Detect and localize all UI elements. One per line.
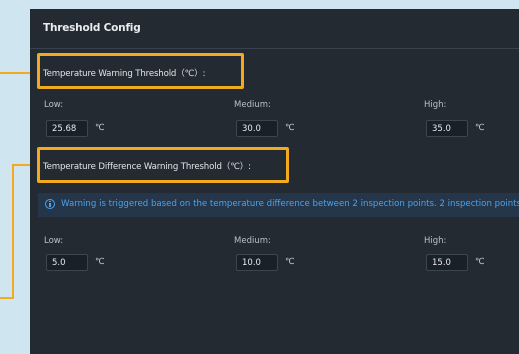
temperature-difference-medium-label: Medium: — [234, 236, 271, 246]
panel-title: Threshold Config — [43, 22, 141, 34]
temperature-difference-low-label: Low: — [44, 236, 64, 246]
temperature-warning-medium-label: Medium: — [234, 100, 271, 110]
temperature-warning-title: Temperature Warning Threshold（℃）: — [43, 69, 206, 79]
callout-leader-top-horizontal — [0, 72, 33, 74]
temperature-difference-title: Temperature Difference Warning Threshold… — [43, 162, 251, 172]
temperature-difference-medium-input[interactable] — [236, 254, 278, 271]
temperature-warning-low-label: Low: — [44, 100, 64, 110]
temperature-difference-medium-unit: ℃ — [285, 257, 295, 267]
temperature-warning-medium-input[interactable] — [236, 120, 278, 137]
info-circle-icon — [45, 199, 55, 209]
callout-leader-bottom-vertical — [12, 164, 14, 299]
callout-leader-bottom-bottom-horizontal — [0, 297, 14, 299]
temperature-difference-high-label: High: — [424, 236, 447, 246]
temperature-difference-high-input[interactable] — [426, 254, 468, 271]
temperature-warning-medium-unit: ℃ — [285, 123, 295, 133]
temperature-warning-high-input[interactable] — [426, 120, 468, 137]
panel-header: Threshold Config — [30, 9, 519, 49]
temperature-warning-high-label: High: — [424, 100, 447, 110]
temperature-difference-high-unit: ℃ — [475, 257, 485, 267]
threshold-config-panel: Threshold Config Temperature Warning Thr… — [30, 9, 519, 354]
temperature-difference-low-unit: ℃ — [95, 257, 105, 267]
info-banner: Warning is triggered based on the temper… — [38, 193, 519, 217]
temperature-warning-low-input[interactable] — [46, 120, 88, 137]
info-banner-text: Warning is triggered based on the temper… — [61, 199, 519, 209]
temperature-difference-low-input[interactable] — [46, 254, 88, 271]
temperature-warning-low-unit: ℃ — [95, 123, 105, 133]
temperature-warning-high-unit: ℃ — [475, 123, 485, 133]
